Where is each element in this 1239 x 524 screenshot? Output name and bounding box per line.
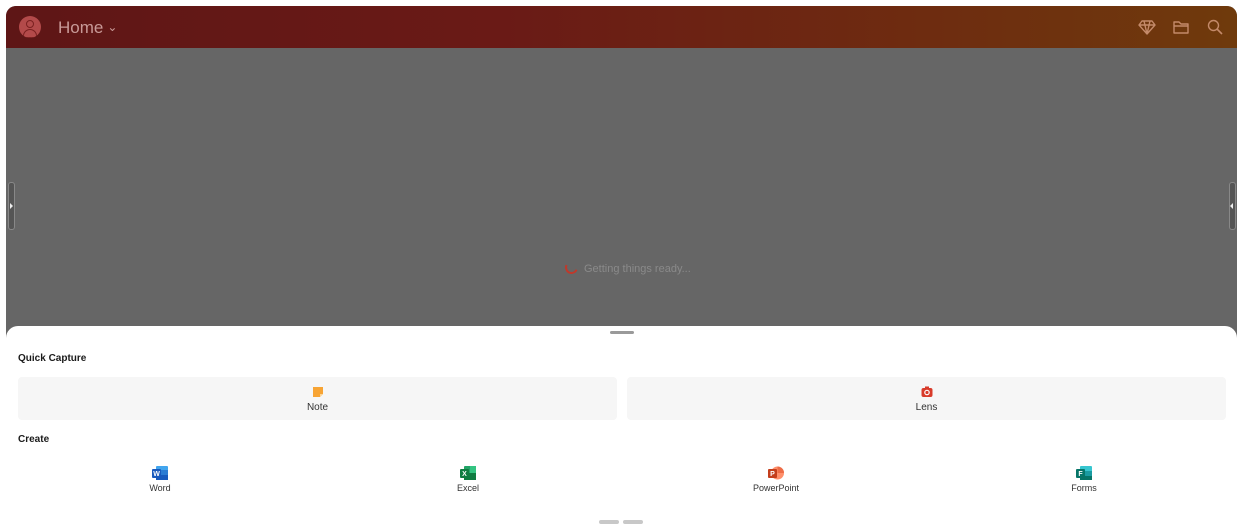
nav-pill-right (623, 520, 643, 524)
bottom-sheet: Quick Capture Note Lens Create W Word X … (6, 326, 1237, 524)
lens-button[interactable]: Lens (627, 377, 1226, 420)
create-forms-button[interactable]: F Forms (1044, 464, 1124, 494)
nav-pill-left (599, 520, 619, 524)
search-icon[interactable] (1206, 18, 1224, 36)
note-label: Note (306, 402, 329, 413)
word-icon: W (152, 466, 168, 480)
app-window: Home ⌄ Getting things ready... Quick Capt… (6, 6, 1237, 524)
create-heading: Create (18, 434, 50, 445)
home-menu-button[interactable]: Home ⌄ (58, 16, 117, 38)
left-panel-handle[interactable] (8, 182, 15, 230)
page-title: Home (58, 18, 104, 37)
svg-text:X: X (462, 471, 467, 478)
create-word-button[interactable]: W Word (120, 464, 200, 494)
svg-text:F: F (1078, 471, 1083, 478)
excel-icon: X (460, 466, 476, 480)
forms-label: Forms (1071, 483, 1097, 493)
powerpoint-icon: P (768, 466, 784, 480)
forms-icon: F (1076, 466, 1092, 480)
word-label: Word (149, 483, 171, 493)
create-excel-button[interactable]: X Excel (428, 464, 508, 494)
premium-diamond-icon[interactable] (1138, 18, 1156, 36)
svg-text:W: W (153, 471, 160, 478)
powerpoint-label: PowerPoint (752, 483, 800, 493)
folder-icon[interactable] (1172, 18, 1190, 36)
camera-icon (921, 385, 933, 397)
spinner-icon (563, 259, 580, 276)
svg-text:P: P (770, 471, 775, 478)
right-panel-handle[interactable] (1229, 182, 1236, 230)
top-app-bar: Home ⌄ (6, 6, 1237, 48)
lens-label: Lens (915, 402, 938, 413)
quick-capture-heading: Quick Capture (18, 353, 87, 364)
sheet-drag-handle[interactable] (610, 331, 634, 334)
note-button[interactable]: Note (18, 377, 617, 420)
avatar-icon[interactable] (19, 16, 41, 38)
excel-label: Excel (456, 483, 479, 493)
loading-text: Getting things ready... (584, 263, 691, 275)
chevron-down-icon: ⌄ (107, 20, 118, 34)
loading-indicator: Getting things ready... (563, 259, 691, 276)
sticky-note-icon (312, 385, 324, 397)
create-powerpoint-button[interactable]: P PowerPoint (736, 464, 816, 494)
